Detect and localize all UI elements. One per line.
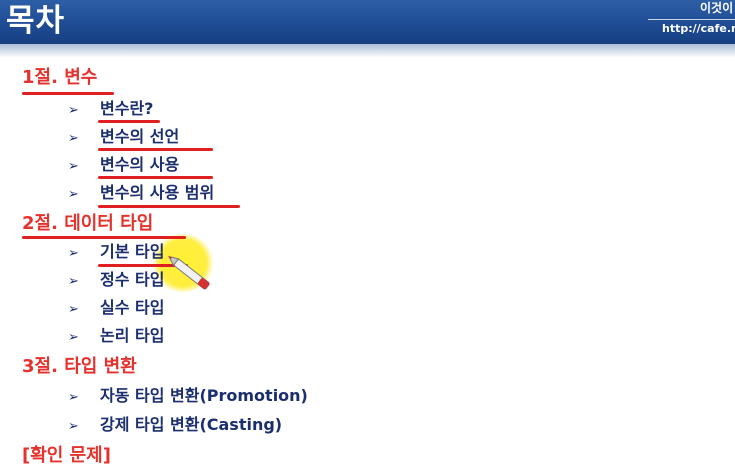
- pen-cursor-icon: [167, 255, 210, 290]
- slide: 목차 이것이 http://cafe.n 1절. 변수 ➢ 변수란? ➢ 변수의 선…: [0, 0, 735, 473]
